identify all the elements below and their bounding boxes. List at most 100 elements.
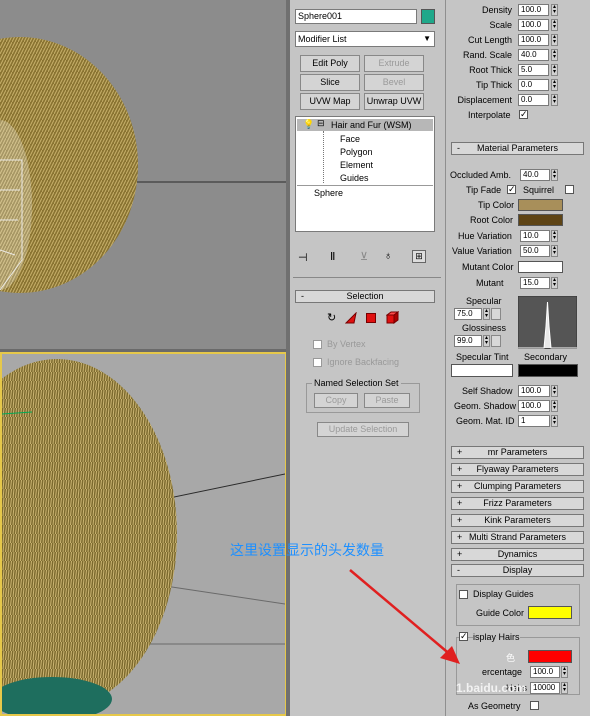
specular-map-button[interactable]: [491, 308, 501, 320]
mr-parameters-rollout-header[interactable]: + mr Parameters: [451, 446, 584, 459]
mutant-field[interactable]: 15.0: [520, 277, 550, 289]
percentage-spinner[interactable]: ▴ ▾: [561, 666, 568, 678]
geom-shadow-field[interactable]: 100.0: [518, 400, 550, 412]
value-variation-spinner[interactable]: ▴ ▾: [551, 245, 558, 257]
face-selection-icon[interactable]: [345, 312, 357, 324]
root-color-label: Root Color: [470, 215, 514, 225]
specular-field[interactable]: 75.0: [454, 308, 482, 320]
by-vertex-checkbox[interactable]: [313, 340, 322, 349]
stack-subitem-element[interactable]: Element: [340, 160, 373, 170]
display-rollout-header[interactable]: - Display: [451, 564, 584, 577]
make-unique-icon[interactable]: ⊻: [360, 250, 368, 263]
specular-highlight-graph: [518, 296, 577, 349]
squirrel-checkbox[interactable]: [565, 185, 574, 194]
scale-field[interactable]: 100.0: [518, 19, 549, 31]
hair-color-swatch[interactable]: [528, 650, 572, 663]
uvw-map-button[interactable]: UVW Map: [300, 93, 360, 110]
stack-subitem-face[interactable]: Face: [340, 134, 360, 144]
dynamics-rollout-header[interactable]: + Dynamics: [451, 548, 584, 561]
stack-item-hair-and-fur[interactable]: 💡 ⊟ Hair and Fur (WSM): [297, 118, 433, 131]
show-end-result-icon[interactable]: Ⅱ: [330, 250, 335, 263]
displacement-field[interactable]: 0.0: [518, 94, 549, 106]
update-selection-button[interactable]: Update Selection: [317, 422, 409, 437]
interpolate-checkbox[interactable]: ✓: [519, 110, 528, 119]
expand-icon: +: [457, 481, 463, 491]
configure-modifier-sets-icon[interactable]: ⊞: [412, 250, 426, 263]
hue-variation-spinner[interactable]: ▴ ▾: [551, 230, 558, 242]
root-color-swatch[interactable]: [518, 214, 563, 226]
expand-icon: +: [457, 447, 463, 457]
clumping-parameters-rollout-header[interactable]: + Clumping Parameters: [451, 480, 584, 493]
cut-length-field[interactable]: 100.0: [518, 34, 549, 46]
tip-fade-checkbox[interactable]: ✓: [507, 185, 516, 194]
kink-parameters-rollout-header[interactable]: + Kink Parameters: [451, 514, 584, 527]
hue-variation-field[interactable]: 10.0: [520, 230, 550, 242]
polygon-selection-icon[interactable]: [366, 313, 376, 323]
glossiness-field[interactable]: 99.0: [454, 335, 482, 347]
rand-scale-field[interactable]: 40.0: [518, 49, 549, 61]
percentage-field[interactable]: 100.0: [530, 666, 560, 678]
value-variation-field[interactable]: 50.0: [520, 245, 550, 257]
max-hairs-spinner[interactable]: ▴ ▾: [561, 682, 568, 694]
specular-spinner[interactable]: ▴ ▾: [483, 308, 490, 320]
flyaway-parameters-rollout-header[interactable]: + Flyaway Parameters: [451, 463, 584, 476]
object-color-swatch[interactable]: [421, 9, 435, 24]
copy-button[interactable]: Copy: [314, 393, 358, 408]
root-thick-field[interactable]: 5.0: [518, 64, 549, 76]
edit-poly-button[interactable]: Edit Poly: [300, 55, 360, 72]
bevel-button[interactable]: Bevel: [364, 74, 424, 91]
ignore-backfacing-checkbox[interactable]: [313, 358, 322, 367]
frizz-parameters-rollout-header[interactable]: + Frizz Parameters: [451, 497, 584, 510]
occluded-amb-spinner[interactable]: ▴ ▾: [551, 169, 558, 181]
viewport-perspective[interactable]: [0, 352, 287, 716]
self-shadow-field[interactable]: 100.0: [518, 385, 550, 397]
element-selection-icon[interactable]: [386, 311, 399, 324]
interpolate-label: Interpolate: [468, 110, 511, 120]
max-hairs-field[interactable]: 10000: [530, 682, 560, 694]
selection-rollout-header[interactable]: - Selection: [295, 290, 435, 303]
density-field[interactable]: 100.0: [518, 4, 549, 16]
hair-selection-icon[interactable]: ↻: [327, 311, 336, 324]
secondary-swatch[interactable]: [518, 364, 578, 377]
geom-mat-id-field[interactable]: 1: [518, 415, 550, 427]
material-parameters-header[interactable]: - Material Parameters: [451, 142, 584, 155]
modifier-list-dropdown[interactable]: Modifier List ▼: [295, 31, 435, 47]
object-name-field[interactable]: Sphere001: [295, 9, 417, 24]
viewport-top[interactable]: [0, 0, 287, 350]
tip-thick-spinner[interactable]: ▴ ▾: [551, 79, 558, 91]
density-spinner[interactable]: ▴ ▾: [551, 4, 558, 16]
geom-mat-id-spinner[interactable]: ▴ ▾: [551, 415, 558, 427]
modifier-stack[interactable]: 💡 ⊟ Hair and Fur (WSM) Face Polygon Elem…: [295, 116, 435, 232]
root-thick-spinner[interactable]: ▴ ▾: [551, 64, 558, 76]
stack-item-sphere[interactable]: Sphere: [314, 188, 343, 198]
glossiness-spinner[interactable]: ▴ ▾: [483, 335, 490, 347]
stack-subitem-guides[interactable]: Guides: [340, 173, 369, 183]
specular-tint-swatch[interactable]: [451, 364, 513, 377]
collapse-icon[interactable]: ⊟: [317, 118, 325, 129]
displacement-spinner[interactable]: ▴ ▾: [551, 94, 558, 106]
mutant-color-swatch[interactable]: [518, 261, 563, 273]
multi-strand-parameters-rollout-header[interactable]: + Multi Strand Parameters: [451, 531, 584, 544]
pin-stack-icon[interactable]: ⊣: [298, 251, 308, 264]
unwrap-uvw-button[interactable]: Unwrap UVW: [364, 93, 424, 110]
bulb-icon[interactable]: 💡: [303, 119, 314, 130]
self-shadow-spinner[interactable]: ▴ ▾: [551, 385, 558, 397]
scale-spinner[interactable]: ▴ ▾: [551, 19, 558, 31]
slice-button[interactable]: Slice: [300, 74, 360, 91]
as-geometry-checkbox[interactable]: [530, 701, 539, 710]
extrude-button[interactable]: Extrude: [364, 55, 424, 72]
occluded-amb-field[interactable]: 40.0: [520, 169, 550, 181]
tip-thick-field[interactable]: 0.0: [518, 79, 549, 91]
guide-color-swatch[interactable]: [528, 606, 572, 619]
paste-button[interactable]: Paste: [364, 393, 410, 408]
tip-color-swatch[interactable]: [518, 199, 563, 211]
hair-sphere-top-render: [0, 37, 287, 293]
geom-shadow-spinner[interactable]: ▴ ▾: [551, 400, 558, 412]
value-variation-label: Value Variation: [452, 246, 512, 256]
cut-length-spinner[interactable]: ▴ ▾: [551, 34, 558, 46]
rand-scale-spinner[interactable]: ▴ ▾: [551, 49, 558, 61]
stack-subitem-polygon[interactable]: Polygon: [340, 147, 373, 157]
glossiness-map-button[interactable]: [491, 335, 501, 347]
remove-modifier-icon[interactable]: ♁: [384, 250, 392, 262]
mutant-spinner[interactable]: ▴ ▾: [551, 277, 558, 289]
